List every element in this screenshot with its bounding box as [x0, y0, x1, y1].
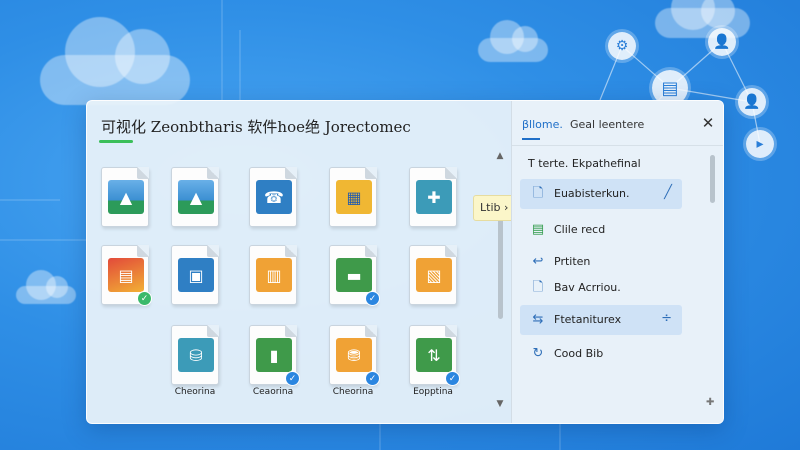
file-item[interactable]: ▧	[409, 245, 457, 305]
file-item[interactable]: ▮ ✓ Ceaorina	[249, 325, 300, 397]
file-item[interactable]: ⛁ Cheorina	[171, 325, 219, 397]
file-item[interactable]: ✚	[409, 167, 457, 227]
file-item[interactable]: ▲	[171, 167, 219, 227]
file-thumbnail-icon: ▬	[336, 258, 372, 292]
item-action-icon[interactable]: ÷	[661, 311, 672, 326]
file-thumbnail-icon: ✚	[416, 180, 452, 214]
panel-list-item[interactable]: ⇆ Ftetaniturex ÷	[520, 305, 682, 335]
item-icon: 🗋	[532, 186, 544, 201]
file-item[interactable]: ▲	[101, 167, 149, 227]
panel-heading: T terte. Ekpathefinal	[528, 157, 641, 170]
panel-list-item[interactable]: 🗋 Bav Acrriou.	[520, 273, 682, 303]
file-thumbnail-icon: ☎	[256, 180, 292, 214]
user-node-icon: 👤	[708, 28, 736, 56]
file-page-icon: ▧	[409, 245, 457, 305]
file-label: Cheorina	[332, 387, 374, 397]
file-grid: ▲ ▲ ☎ ▦ ✚ ▤ ✓ ▣ ▥ ▬ ✓ ▧ ⛁ Cheorina ▮ ✓ Ceaorina ⛃ ✓ Cheorin…	[87, 145, 507, 423]
file-item[interactable]: ▬ ✓	[329, 245, 380, 306]
item-label: Clile recd	[554, 223, 606, 236]
item-icon: ⇆	[532, 312, 544, 327]
resize-handle-icon[interactable]: ✚	[706, 397, 714, 408]
item-label: Euabisterkun.	[554, 187, 630, 200]
file-item[interactable]: ⇅ ✓ Eopptina	[409, 325, 460, 397]
file-manager-window: 可视化 Zeonbtharis 软件hoe绝 Jorectomec ▲ ▲ ☎ ▦ ✚ ▤…	[86, 100, 724, 424]
file-item[interactable]: ⛃ ✓ Cheorina	[329, 325, 380, 397]
file-page-icon: ⛁	[171, 325, 219, 385]
file-page-icon: ☎	[249, 167, 297, 227]
file-page-icon: ✚	[409, 167, 457, 227]
checkmark-badge-icon: ✓	[365, 371, 380, 386]
file-thumbnail-icon: ▤	[108, 258, 144, 292]
item-icon: ▤	[531, 222, 545, 237]
file-item[interactable]: ▦	[329, 167, 377, 227]
file-label: Ceaorina	[252, 387, 294, 397]
file-label: Eopptina	[413, 387, 453, 397]
file-page-icon: ▥	[249, 245, 297, 305]
file-item[interactable]: ▣	[171, 245, 219, 305]
file-thumbnail-icon: ▥	[256, 258, 292, 292]
file-page-icon: ▲	[101, 167, 149, 227]
item-label: Prtiten	[554, 255, 591, 268]
item-icon: ↻	[532, 346, 544, 361]
close-icon[interactable]: ✕	[698, 113, 718, 133]
panel-tabs: βllome. Geal leentere ✕	[512, 101, 723, 146]
item-icon: 🗋	[532, 280, 544, 295]
file-page-icon: ▦	[329, 167, 377, 227]
item-label: Cood Bib	[554, 347, 604, 360]
tab-general[interactable]: Geal leentere	[570, 118, 644, 131]
tooltip: Ltib ›	[473, 195, 516, 221]
details-panel: βllome. Geal leentere ✕ T terte. Ekpathe…	[511, 101, 723, 423]
tab-home[interactable]: βllome.	[522, 118, 563, 140]
file-item[interactable]: ▤ ✓	[101, 245, 152, 306]
network-node-icon: ⚙	[608, 32, 636, 60]
panel-scrollbar[interactable]	[710, 155, 715, 203]
title-accent	[99, 140, 133, 143]
panel-list-item[interactable]: 🗋 Euabisterkun. ╱	[520, 179, 682, 209]
checkmark-badge-icon: ✓	[445, 371, 460, 386]
file-thumbnail-icon: ▲	[178, 180, 214, 214]
scroll-down-icon[interactable]: ▼	[493, 399, 507, 409]
file-thumbnail-icon: ▦	[336, 180, 372, 214]
checkmark-badge-icon: ✓	[285, 371, 300, 386]
item-action-icon[interactable]: ╱	[664, 185, 672, 200]
file-thumbnail-icon: ▲	[108, 180, 144, 214]
file-item[interactable]: ▥	[249, 245, 297, 305]
file-thumbnail-icon: ▧	[416, 258, 452, 292]
file-thumbnail-icon: ⛃	[336, 338, 372, 372]
user-node-icon: 👤	[738, 88, 766, 116]
file-item[interactable]: ☎	[249, 167, 297, 227]
file-page-icon: ▲	[171, 167, 219, 227]
item-label: Bav Acrriou.	[554, 281, 621, 294]
window-title: 可视化 Zeonbtharis 软件hoe绝 Jorectomec	[101, 118, 411, 136]
window-title-bar: 可视化 Zeonbtharis 软件hoe绝 Jorectomec	[87, 101, 507, 143]
file-page-icon: ▣	[171, 245, 219, 305]
panel-list-item[interactable]: ▤ Clile recd	[520, 215, 682, 245]
file-thumbnail-icon: ⛁	[178, 338, 214, 372]
monitor-node-icon: ▸	[746, 130, 774, 158]
file-label: Cheorina	[174, 387, 216, 397]
checkmark-badge-icon: ✓	[137, 291, 152, 306]
file-thumbnail-icon: ⇅	[416, 338, 452, 372]
item-icon: ↩	[532, 254, 544, 269]
file-thumbnail-icon: ▣	[178, 258, 214, 292]
file-thumbnail-icon: ▮	[256, 338, 292, 372]
panel-list-item[interactable]: ↻ Cood Bib	[520, 339, 682, 369]
scrollbar-thumb[interactable]	[498, 209, 503, 319]
checkmark-badge-icon: ✓	[365, 291, 380, 306]
item-label: Ftetaniturex	[554, 313, 622, 326]
scroll-up-icon[interactable]: ▲	[493, 151, 507, 161]
